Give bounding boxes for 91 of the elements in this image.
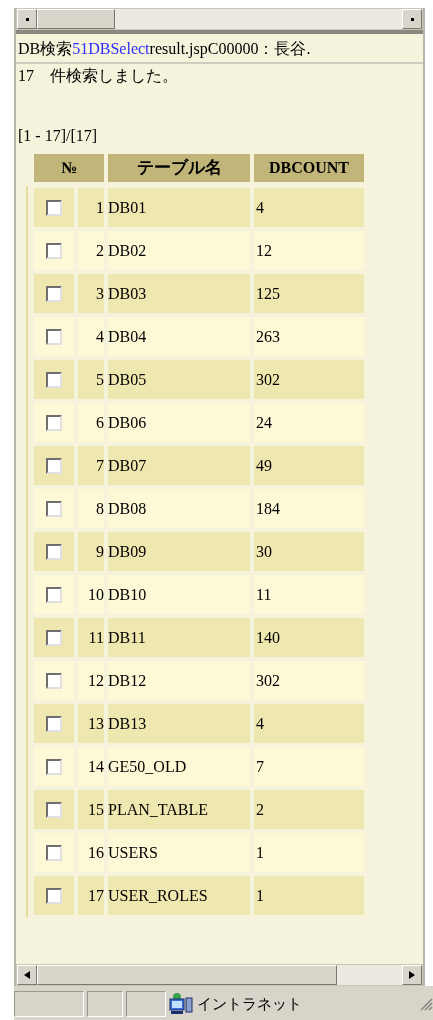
table-cell: 16 (78, 833, 104, 872)
table-cell: 2 (254, 790, 364, 829)
row-checkbox[interactable] (46, 715, 62, 732)
row-checkbox[interactable] (46, 887, 62, 904)
row-checkbox[interactable] (46, 242, 62, 259)
table-cell: 302 (254, 661, 364, 700)
table-cell: 3 (78, 274, 104, 313)
scroll-thumb[interactable] (37, 9, 115, 29)
table-cell: 9 (78, 532, 104, 571)
table-cell: 11 (254, 575, 364, 614)
row-checkbox[interactable] (46, 586, 62, 603)
left-arrow-icon (24, 971, 30, 979)
table-cell: DB04 (108, 317, 250, 356)
table-cell: DB08 (108, 489, 250, 528)
table-cell: 13 (78, 704, 104, 743)
table-cell: PLAN_TABLE (108, 790, 250, 829)
table-cell: DB07 (108, 446, 250, 485)
table-cell: DB01 (108, 188, 250, 227)
row-checkbox[interactable] (46, 500, 62, 517)
row-checkbox[interactable] (46, 199, 62, 216)
table-cell: 125 (254, 274, 364, 313)
range-label: [1 - 17]/[17] (17, 126, 99, 146)
result-message: 17 件検索しました。 (17, 66, 179, 86)
table-cell: 12 (254, 231, 364, 270)
right-arrow-icon (409, 971, 415, 979)
table-cell: 1 (254, 876, 364, 915)
row-checkbox[interactable] (46, 801, 62, 818)
table-cell: 302 (254, 360, 364, 399)
table-cell: 17 (78, 876, 104, 915)
table-cell: 30 (254, 532, 364, 571)
table-cell: 8 (78, 489, 104, 528)
table-cell: 12 (78, 661, 104, 700)
table-cell: DB09 (108, 532, 250, 571)
scroll-right-button[interactable] (402, 9, 422, 29)
status-pane (126, 991, 166, 1017)
table-cell: DB05 (108, 360, 250, 399)
table-cell: 1 (254, 833, 364, 872)
scroll-left-button[interactable] (17, 965, 37, 985)
table-cell: DB06 (108, 403, 250, 442)
table-cell: 14 (78, 747, 104, 786)
table-cell: DB02 (108, 231, 250, 270)
column-header: DBCOUNT (254, 154, 364, 182)
table-cell: DB13 (108, 704, 250, 743)
table-cell: 140 (254, 618, 364, 657)
row-checkbox[interactable] (46, 543, 62, 560)
table-cell: 15 (78, 790, 104, 829)
table-cell: GE50_OLD (108, 747, 250, 786)
page-title: DB検索51DBSelectresult.jspC00000：長谷. (16, 36, 423, 64)
table-cell: 7 (254, 747, 364, 786)
row-checkbox[interactable] (46, 414, 62, 431)
row-checkbox[interactable] (46, 758, 62, 775)
table-cell: 263 (254, 317, 364, 356)
column-header: № (34, 154, 104, 182)
scroll-right-button[interactable] (402, 965, 422, 985)
table-cell: 4 (254, 188, 364, 227)
row-checkbox[interactable] (46, 672, 62, 689)
table-cell: USER_ROLES (108, 876, 250, 915)
row-checkbox[interactable] (46, 285, 62, 302)
table-cell: 24 (254, 403, 364, 442)
horizontal-scrollbar[interactable] (16, 8, 423, 30)
table-cell: DB12 (108, 661, 250, 700)
table-cell: 4 (78, 317, 104, 356)
table-cell: 2 (78, 231, 104, 270)
row-checkbox[interactable] (46, 844, 62, 861)
table-cell: DB11 (108, 618, 250, 657)
table-cell: 184 (254, 489, 364, 528)
table-cell: 49 (254, 446, 364, 485)
scroll-left-button[interactable] (17, 9, 37, 29)
table-cell: DB10 (108, 575, 250, 614)
zone-label: イントラネット (197, 993, 302, 1015)
row-checkbox[interactable] (46, 371, 62, 388)
horizontal-scrollbar[interactable] (16, 964, 423, 986)
status-pane (14, 991, 84, 1017)
status-pane (87, 991, 123, 1017)
network-computer-icon (169, 993, 193, 1015)
row-checkbox[interactable] (46, 457, 62, 474)
column-header: テーブル名 (108, 154, 250, 182)
row-checkbox[interactable] (46, 328, 62, 345)
scroll-thumb[interactable] (37, 965, 337, 985)
table-cell: 7 (78, 446, 104, 485)
table-cell: USERS (108, 833, 250, 872)
table-cell: 5 (78, 360, 104, 399)
table-cell: 10 (78, 575, 104, 614)
row-checkbox[interactable] (46, 629, 62, 646)
table-cell: 1 (78, 188, 104, 227)
select-link[interactable]: 51DBSelect (72, 40, 150, 57)
resize-grip-icon (419, 997, 433, 1011)
table-cell: DB03 (108, 274, 250, 313)
table-cell: 4 (254, 704, 364, 743)
table-cell: 11 (78, 618, 104, 657)
table-cell: 6 (78, 403, 104, 442)
